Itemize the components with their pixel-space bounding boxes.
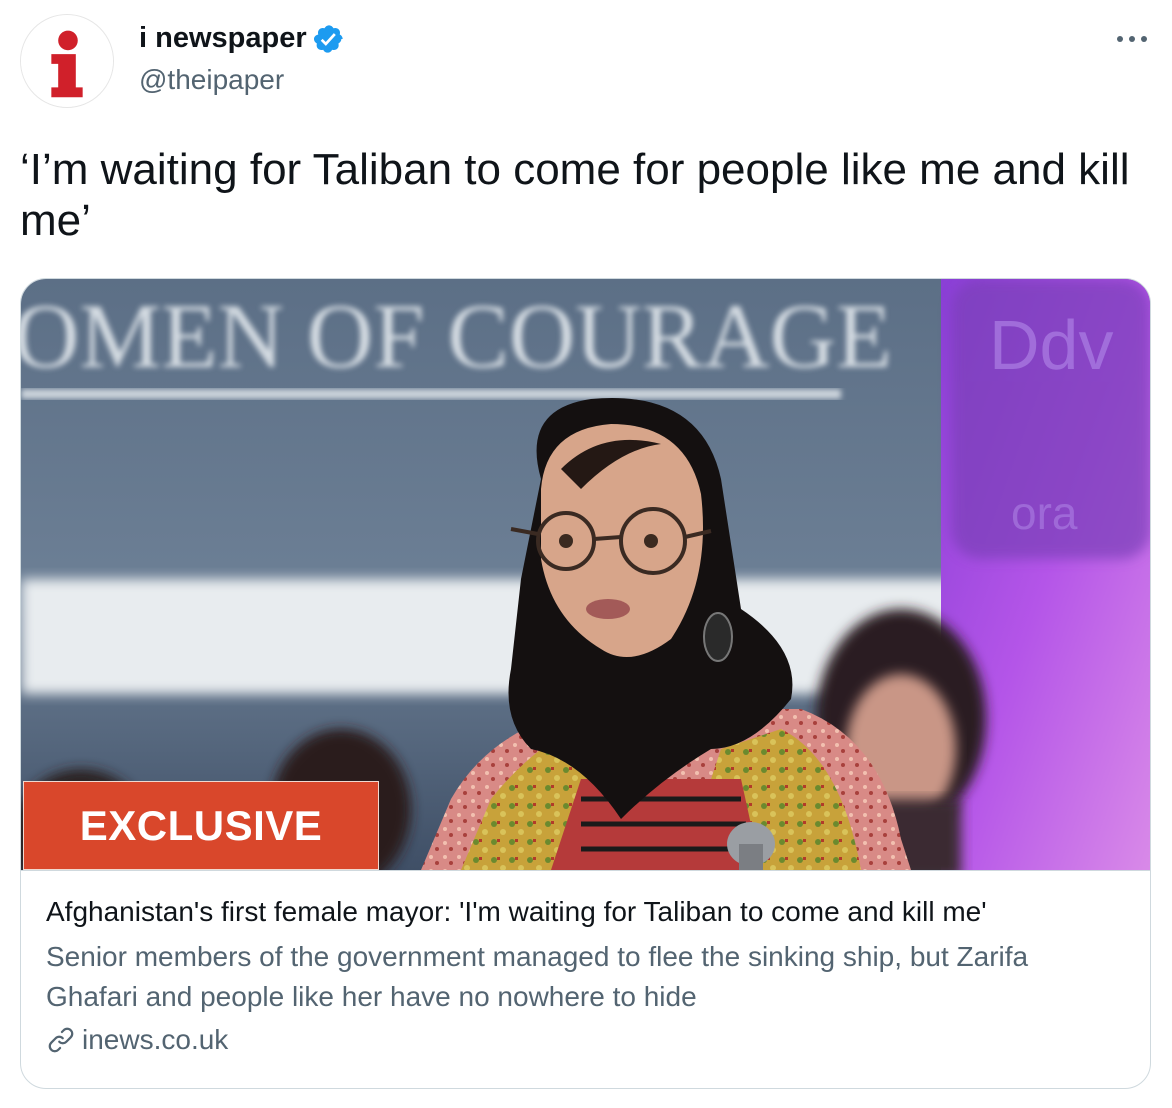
verified-badge-icon [313, 23, 345, 55]
author-handle[interactable]: @theipaper [139, 64, 284, 96]
tweet: i i newspaper @theipaper ‘I’m waiting fo… [0, 0, 1172, 1108]
card-domain: inews.co.uk [46, 1024, 228, 1056]
exclusive-badge-label: EXCLUSIVE [79, 801, 323, 849]
link-card[interactable]: Ddv ora OMEN OF COURAGE EXCLUSIVE Afghan… [20, 278, 1151, 1089]
exclusive-badge: EXCLUSIVE [23, 781, 379, 870]
tweet-text: ‘I’m waiting for Taliban to come for peo… [20, 145, 1130, 245]
card-description: Senior members of the government managed… [46, 941, 1029, 1012]
link-icon [48, 1027, 74, 1053]
card-image[interactable]: Ddv ora OMEN OF COURAGE EXCLUSIVE [21, 279, 1150, 870]
more-icon [1117, 36, 1147, 42]
svg-text:OMEN OF COURAGE: OMEN OF COURAGE [21, 285, 892, 387]
display-name[interactable]: i newspaper [139, 22, 307, 55]
card-title: Afghanistan's first female mayor: 'I'm w… [46, 896, 987, 927]
card-domain-text: inews.co.uk [82, 1024, 229, 1055]
avatar[interactable]: i [20, 14, 114, 108]
author-name-row: i newspaper [139, 22, 345, 55]
more-button[interactable] [1112, 22, 1152, 56]
svg-text:Ddv: Ddv [989, 306, 1113, 384]
card-body[interactable]: Afghanistan's first female mayor: 'I'm w… [21, 870, 1150, 1088]
svg-text:ora: ora [1011, 487, 1078, 539]
i-newspaper-logo: i [21, 15, 113, 107]
